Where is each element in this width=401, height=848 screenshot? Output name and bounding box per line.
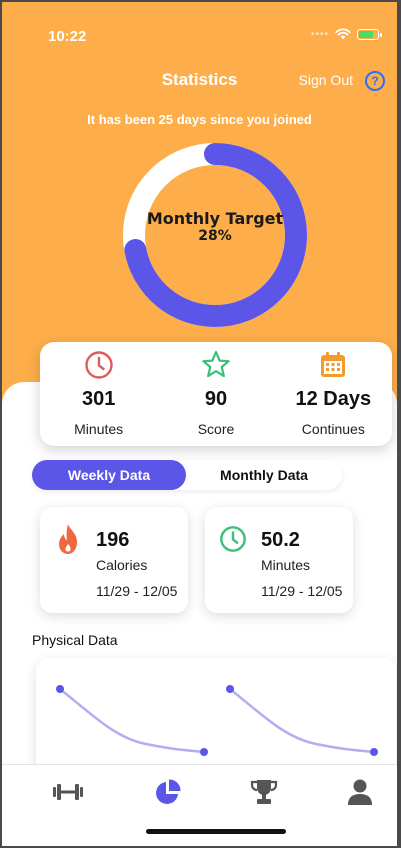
help-icon[interactable]: ? xyxy=(365,71,385,91)
calories-card[interactable]: 196 Calories 11/29 - 12/05 xyxy=(40,507,188,613)
joined-message: It has been 25 days since you joined xyxy=(87,112,312,127)
header: Statistics Sign Out ? xyxy=(2,70,397,94)
summary-continues-value: 12 Days xyxy=(295,388,372,410)
wifi-icon xyxy=(335,28,351,40)
summary-score: 90 Score xyxy=(157,342,274,446)
monthly-target-title: Monthly Target xyxy=(146,209,284,228)
calories-value: 196 xyxy=(96,529,130,551)
status-icons: •••• xyxy=(310,28,382,40)
tab-weekly-data[interactable]: Weekly Data xyxy=(32,460,186,490)
summary-minutes-label: Minutes xyxy=(74,421,124,437)
summary-continues: 12 Days Continues xyxy=(275,342,392,446)
tab-profile[interactable] xyxy=(340,777,380,807)
summary-card: 301 Minutes 90 Score 12 Days Continues xyxy=(40,342,392,446)
sparkline-1 xyxy=(59,688,205,754)
tab-achievements[interactable] xyxy=(244,777,284,807)
physical-data-title: Physical Data xyxy=(32,632,118,648)
sparkline-1-start-point xyxy=(56,685,64,693)
phone-frame: 10:22 •••• Statistics Sign Out ? It has … xyxy=(0,0,401,848)
sparkline-1-end-point xyxy=(200,748,208,756)
calories-date-range: 11/29 - 12/05 xyxy=(96,583,178,599)
clock-icon xyxy=(84,350,114,380)
minutes-card[interactable]: 50.2 Minutes 11/29 - 12/05 xyxy=(205,507,353,613)
sparkline-2-end-point xyxy=(370,748,378,756)
calories-label: Calories xyxy=(96,557,148,573)
summary-score-label: Score xyxy=(197,421,235,437)
status-bar: 10:22 •••• xyxy=(48,26,382,48)
tab-monthly-data[interactable]: Monthly Data xyxy=(186,460,342,490)
minutes-value: 50.2 xyxy=(261,529,300,551)
summary-minutes-value: 301 xyxy=(81,388,116,410)
monthly-target-label: Monthly Target 28% xyxy=(120,209,310,245)
bottom-tab-bar xyxy=(2,764,397,846)
star-icon xyxy=(200,350,232,380)
summary-minutes: 301 Minutes xyxy=(40,342,157,446)
calendar-icon xyxy=(319,350,347,380)
summary-score-value: 90 xyxy=(204,388,228,410)
home-indicator xyxy=(146,829,286,834)
minutes-date-range: 11/29 - 12/05 xyxy=(261,583,343,599)
sign-out-button[interactable]: Sign Out xyxy=(299,72,353,88)
minutes-label: Minutes xyxy=(261,557,311,573)
flame-icon xyxy=(54,521,82,557)
battery-icon xyxy=(357,28,382,40)
trophy-icon xyxy=(250,780,278,804)
signal-dots-icon: •••• xyxy=(310,28,329,40)
sparkline-2-start-point xyxy=(226,685,234,693)
profile-icon xyxy=(348,779,372,805)
pie-chart-icon xyxy=(156,779,181,804)
sparkline-2 xyxy=(229,688,375,754)
data-range-tabs: Weekly Data Monthly Data xyxy=(32,460,342,490)
tab-statistics[interactable] xyxy=(148,777,188,807)
status-time: 10:22 xyxy=(48,28,87,45)
tab-workout[interactable] xyxy=(48,777,88,807)
dumbbell-icon xyxy=(53,784,83,800)
monthly-target-percent: 28% xyxy=(198,228,232,244)
clock-icon xyxy=(219,521,247,557)
summary-continues-label: Continues xyxy=(301,421,365,437)
